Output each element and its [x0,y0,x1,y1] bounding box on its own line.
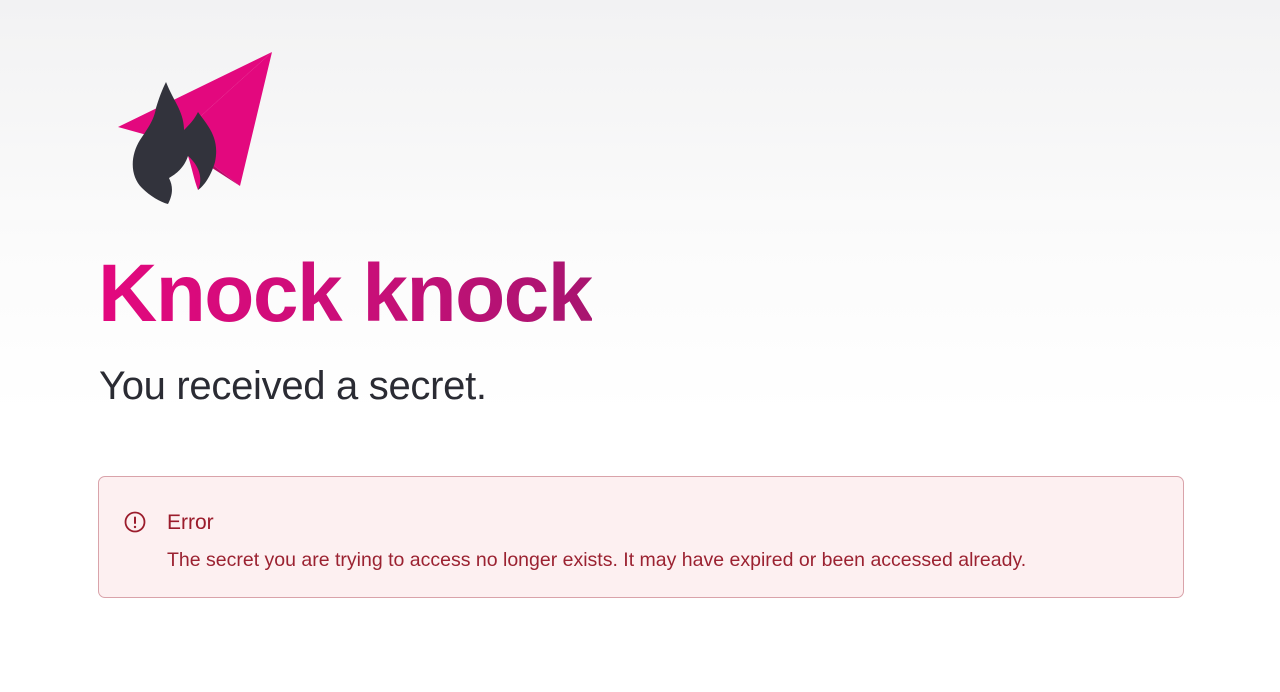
error-alert: Error The secret you are trying to acces… [98,476,1184,598]
alert-title: Error [167,511,214,534]
alert-message: The secret you are trying to access no l… [167,549,1027,571]
exclamation-circle-icon [124,511,146,533]
page-title: Knock knock [98,246,593,342]
flame-paper-plane-logo-icon [114,50,276,206]
page-subtitle: You received a secret. [99,364,487,408]
